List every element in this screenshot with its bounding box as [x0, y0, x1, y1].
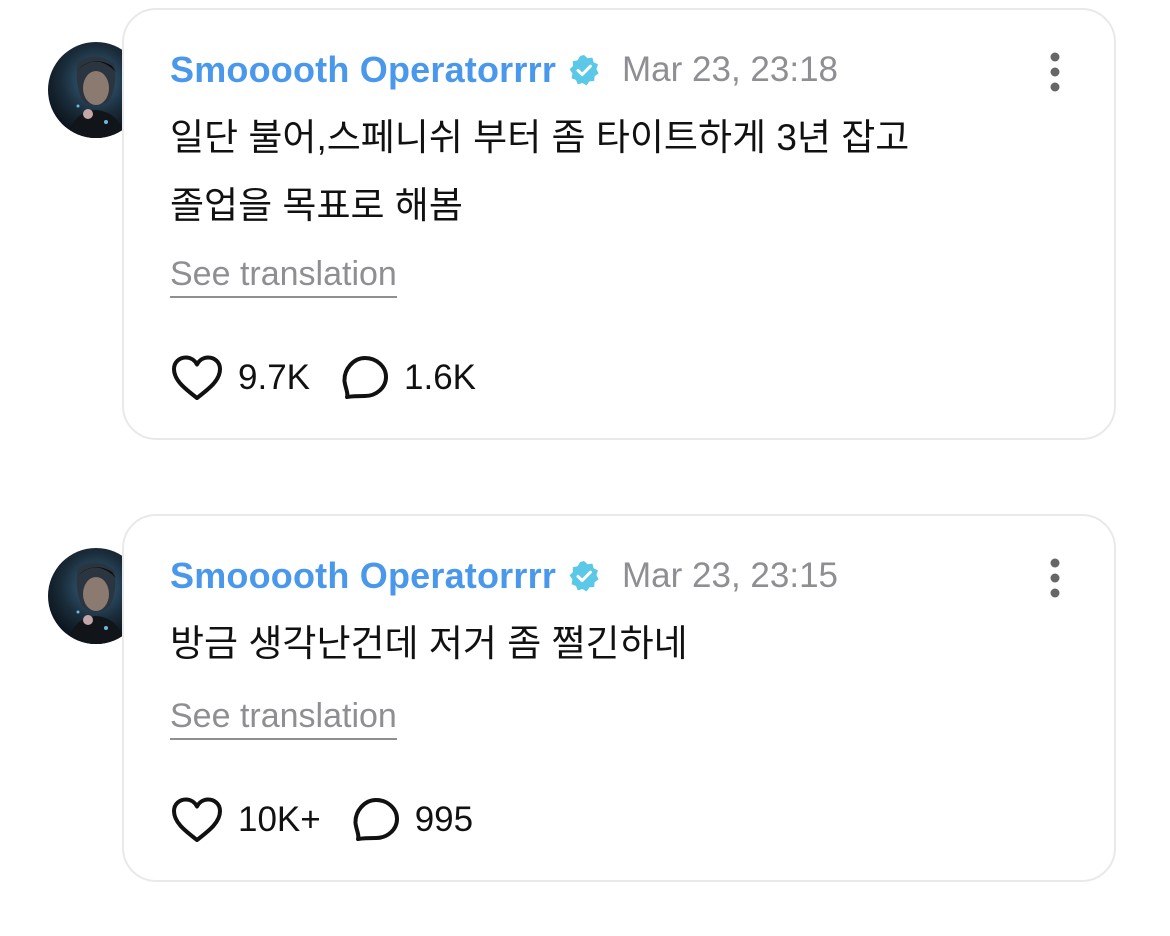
comment-button[interactable]: 995 [351, 796, 473, 844]
post: Smooooth Operatorrrr Mar 23, 23:15 방금 생각… [0, 506, 1170, 886]
timestamp: Mar 23, 23:15 [622, 556, 838, 595]
post-text: 일단 불어,스페니쉬 부터 좀 타이트하게 3년 잡고 졸업을 목표로 해봄 [170, 104, 1050, 240]
post-card: Smooooth Operatorrrr Mar 23, 23:15 방금 생각… [122, 514, 1116, 882]
comment-button[interactable]: 1.6K [340, 354, 476, 402]
post: Smooooth Operatorrrr Mar 23, 23:18 일단 불어… [0, 0, 1170, 440]
comment-bubble-icon [342, 356, 388, 399]
see-translation-link[interactable]: See translation [170, 254, 397, 298]
post-text: 방금 생각난건데 저거 좀 쩔긴하네 [170, 610, 1050, 678]
like-button[interactable]: 10K+ [170, 796, 321, 844]
heart-icon [172, 355, 222, 400]
post-header: Smooooth Operatorrrr Mar 23, 23:18 [170, 48, 838, 92]
post-actions: 9.7K 1.6K [170, 354, 506, 402]
verified-badge-icon [568, 54, 600, 86]
post-text-line: 방금 생각난건데 저거 좀 쩔긴하네 [170, 623, 688, 664]
more-vertical-icon[interactable] [1048, 52, 1062, 92]
comment-count: 1.6K [404, 358, 476, 397]
timestamp: Mar 23, 23:18 [622, 50, 838, 89]
comment-count: 995 [414, 800, 474, 839]
verified-badge-icon [568, 560, 600, 592]
heart-icon [172, 797, 222, 842]
like-count: 9.7K [238, 358, 310, 397]
like-count: 10K+ [238, 800, 321, 839]
post-actions: 10K+ 995 [170, 796, 503, 844]
see-translation-link[interactable]: See translation [170, 696, 397, 740]
username[interactable]: Smooooth Operatorrrr [170, 49, 556, 91]
more-vertical-icon[interactable] [1048, 558, 1062, 598]
post-text-line: 일단 불어,스페니쉬 부터 좀 타이트하게 3년 잡고 [170, 117, 910, 158]
username[interactable]: Smooooth Operatorrrr [170, 555, 556, 597]
comment-bubble-icon [353, 798, 399, 841]
post-text-line: 졸업을 목표로 해봄 [170, 185, 463, 226]
post-card: Smooooth Operatorrrr Mar 23, 23:18 일단 불어… [122, 8, 1116, 440]
like-button[interactable]: 9.7K [170, 354, 310, 402]
post-header: Smooooth Operatorrrr Mar 23, 23:15 [170, 554, 838, 598]
